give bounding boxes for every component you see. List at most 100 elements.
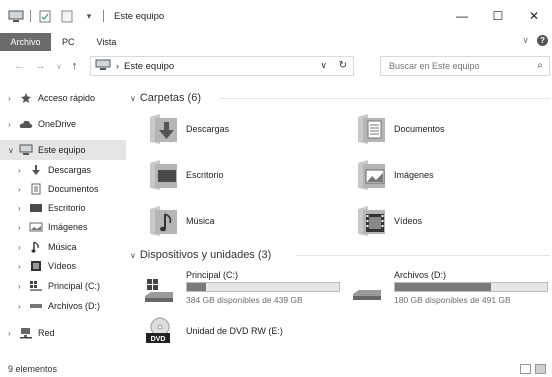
dvd-badge-text: DVD — [151, 336, 166, 343]
back-icon[interactable]: ← — [14, 60, 25, 72]
ribbon-right-controls: ∨ ? — [522, 35, 548, 46]
folder-imagenes[interactable]: Imágenes — [354, 156, 552, 194]
folder-documentos[interactable]: Documentos — [354, 110, 552, 148]
expand-chevron-icon[interactable]: › — [8, 120, 18, 129]
sidebar-item-label: Principal (C:) — [48, 281, 101, 291]
sidebar-item-escritorio[interactable]: › Escritorio — [0, 198, 126, 218]
expand-chevron-icon[interactable]: › — [18, 204, 28, 213]
sidebar-item-label: Imágenes — [48, 222, 88, 232]
sidebar-item-red[interactable]: › Red — [0, 323, 126, 343]
help-icon[interactable]: ? — [537, 35, 548, 46]
recent-locations-icon[interactable]: ∨ — [56, 62, 62, 71]
folder-label: Vídeos — [394, 216, 423, 226]
expand-chevron-icon[interactable]: › — [18, 262, 28, 271]
drive-icon — [352, 278, 382, 302]
refresh-icon[interactable]: ↻ — [339, 60, 347, 71]
folder-label: Imágenes — [394, 170, 434, 180]
customize-toolbar-icon[interactable]: ▾ — [81, 9, 97, 23]
expand-chevron-icon[interactable]: › — [18, 282, 28, 291]
sidebar-item-label: Vídeos — [48, 261, 77, 271]
expand-chevron-icon[interactable]: › — [18, 223, 28, 232]
drive-windows-icon — [28, 279, 44, 293]
drive-dvd-e[interactable]: DVD Unidad de DVD RW (E:) — [130, 317, 330, 362]
new-folder-icon[interactable] — [59, 9, 75, 23]
sidebar-item-onedrive[interactable]: › OneDrive — [0, 114, 126, 134]
minimize-button[interactable]: — — [444, 0, 480, 32]
download-folder-icon — [146, 112, 182, 146]
folder-label: Documentos — [394, 124, 445, 134]
music-icon — [28, 240, 44, 254]
network-icon — [18, 326, 34, 340]
expand-chevron-icon[interactable]: › — [18, 243, 28, 252]
sidebar-item-label: OneDrive — [38, 119, 77, 129]
desktop-icon — [28, 201, 44, 215]
video-icon — [28, 259, 44, 273]
expand-chevron-icon[interactable]: › — [18, 185, 28, 194]
up-icon[interactable]: ↑ — [72, 60, 78, 72]
videos-folder-icon — [354, 204, 390, 238]
folder-label: Descargas — [186, 124, 230, 134]
group-header-dispositivos[interactable]: ∨ Dispositivos y unidades (3) — [130, 246, 271, 264]
expand-chevron-icon[interactable]: › — [8, 94, 18, 103]
sidebar-item-archivos-d[interactable]: › Archivos (D:) — [0, 296, 126, 316]
breadcrumb-chevron-icon[interactable]: › — [116, 61, 119, 71]
sidebar-item-principal-c[interactable]: › Principal (C:) — [0, 276, 126, 296]
expand-chevron-icon[interactable]: › — [18, 166, 28, 175]
drive-name: Archivos (D:) — [394, 270, 447, 280]
navigation-pane: › Acceso rápido › OneDrive ∨ Este equipo… — [0, 82, 128, 360]
status-bar: 9 elementos — [0, 361, 552, 377]
sidebar-item-acceso-rapido[interactable]: › Acceso rápido — [0, 88, 126, 108]
drive-principal-c[interactable]: Principal (C:) 384 GB disponibles de 439… — [130, 268, 340, 312]
folder-musica[interactable]: Música — [146, 202, 346, 240]
drive-usage-fill — [187, 283, 206, 291]
collapse-chevron-icon[interactable]: ∨ — [130, 94, 136, 103]
sidebar-item-imagenes[interactable]: › Imágenes — [0, 217, 126, 237]
folder-escritorio[interactable]: Escritorio — [146, 156, 346, 194]
search-icon[interactable]: ⌕ — [537, 60, 543, 71]
properties-icon[interactable] — [37, 9, 53, 23]
documents-folder-icon — [354, 112, 390, 146]
tab-vista[interactable]: Vista — [86, 37, 128, 47]
forward-icon[interactable]: → — [35, 60, 46, 72]
ribbon-tabs: Archivo PC Vista ∨ ? — [0, 33, 552, 51]
pictures-icon — [28, 220, 44, 234]
address-bar[interactable]: › Este equipo ∨ ↻ — [90, 56, 354, 76]
large-icons-view-icon[interactable] — [535, 364, 546, 374]
group-header-carpetas[interactable]: ∨ Carpetas (6) — [130, 89, 201, 107]
maximize-button[interactable]: ☐ — [480, 0, 516, 32]
sidebar-item-musica[interactable]: › Música — [0, 237, 126, 257]
drive-windows-icon — [144, 278, 174, 302]
download-icon — [28, 163, 44, 177]
window-title: Este equipo — [114, 10, 165, 22]
search-box[interactable]: ⌕ — [380, 56, 550, 76]
drive-free-space: 384 GB disponibles de 439 GB — [186, 295, 303, 305]
content-pane: ∨ Carpetas (6) Descargas Documentos Escr… — [130, 82, 552, 360]
search-input[interactable] — [389, 61, 524, 71]
sidebar-item-este-equipo[interactable]: ∨ Este equipo — [0, 140, 126, 160]
group-title: Carpetas (6) — [139, 92, 201, 104]
sidebar-item-label: Red — [38, 328, 55, 338]
sidebar-item-label: Descargas — [48, 165, 92, 175]
drive-archivos-d[interactable]: Archivos (D:) 180 GB disponibles de 491 … — [338, 268, 548, 312]
tab-pc[interactable]: PC — [51, 37, 86, 47]
expand-ribbon-icon[interactable]: ∨ — [522, 35, 529, 46]
sidebar-item-descargas[interactable]: › Descargas — [0, 160, 126, 180]
collapse-chevron-icon[interactable]: ∨ — [8, 146, 18, 155]
tab-archivo[interactable]: Archivo — [0, 33, 51, 51]
sidebar-item-documentos[interactable]: › Documentos — [0, 179, 126, 199]
expand-chevron-icon[interactable]: › — [18, 302, 28, 311]
toolbar-separator — [30, 10, 31, 22]
expand-chevron-icon[interactable]: › — [8, 329, 18, 338]
breadcrumb[interactable]: Este equipo — [124, 61, 174, 72]
group-divider — [296, 255, 550, 256]
collapse-chevron-icon[interactable]: ∨ — [130, 251, 136, 260]
computer-icon — [95, 59, 111, 73]
star-icon — [18, 91, 34, 105]
sidebar-item-videos[interactable]: › Vídeos — [0, 256, 126, 276]
close-button[interactable]: ✕ — [516, 0, 552, 32]
folder-videos[interactable]: Vídeos — [354, 202, 552, 240]
details-view-icon[interactable] — [520, 364, 531, 374]
address-history-icon[interactable]: ∨ — [320, 60, 327, 71]
folder-descargas[interactable]: Descargas — [146, 110, 346, 148]
sidebar-item-label: Acceso rápido — [38, 93, 96, 103]
